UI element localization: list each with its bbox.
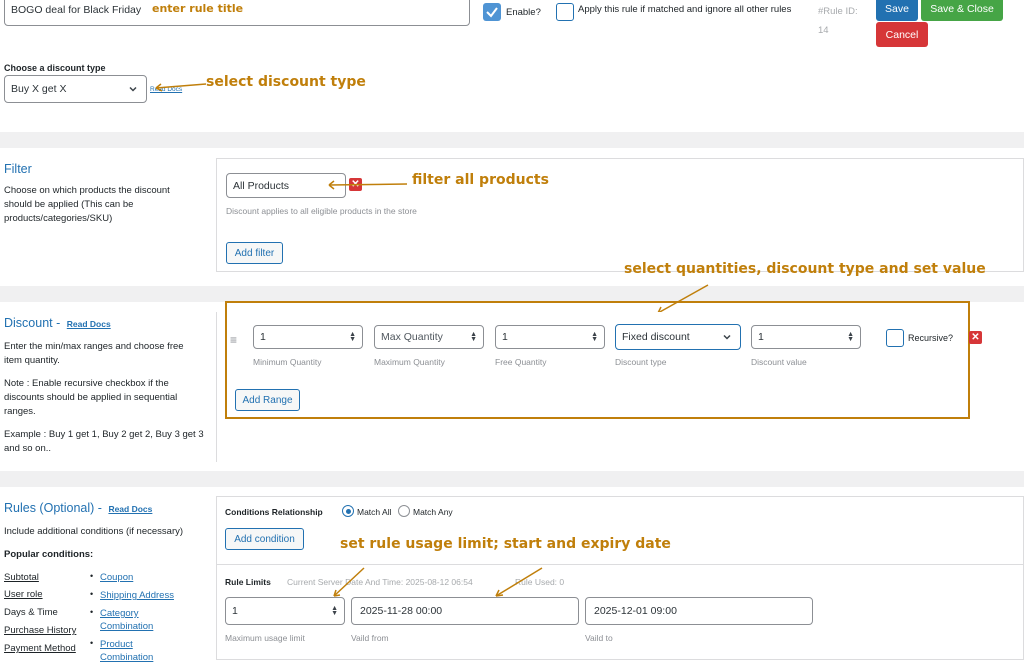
max-quantity-input[interactable]: Max Quantity ▲ ▼ <box>374 325 484 349</box>
max-usage-value: 1 <box>232 605 238 617</box>
recursive-label: Recursive? <box>908 333 954 343</box>
stepper-icon[interactable]: ▲ ▼ <box>349 331 356 343</box>
valid-to-input[interactable]: 2025-12-01 09:00 <box>585 597 813 625</box>
condition-link-category-combination[interactable]: Category Combination <box>100 607 170 633</box>
stepper-icon[interactable]: ▲ ▼ <box>847 331 854 343</box>
stepper-icon[interactable]: ▲ ▼ <box>470 331 477 343</box>
add-condition-button[interactable]: Add condition <box>225 528 304 550</box>
save-button[interactable]: Save <box>876 0 918 21</box>
discount-type-hint: Discount type <box>615 357 667 367</box>
conditions-relationship-label: Conditions Relationship <box>225 507 323 517</box>
filter-title: Filter <box>4 162 32 176</box>
bullet-icon: • <box>90 607 94 617</box>
min-quantity-hint: Minimum Quantity <box>253 357 322 367</box>
annotation-discount-type: select discount type <box>206 74 366 90</box>
filter-selected: All Products <box>233 179 290 192</box>
rules-read-docs[interactable]: Read Docs <box>108 504 152 514</box>
match-all-label: Match All <box>357 507 392 517</box>
condition-link-subtotal[interactable]: Subtotal <box>4 572 39 583</box>
rule-id-label: #Rule ID: <box>818 6 858 17</box>
discount-value: 1 <box>758 331 764 343</box>
discount-highlight-box <box>225 301 970 419</box>
annotation-arrow-icon <box>155 83 207 92</box>
bullet-icon: • <box>90 589 94 599</box>
apply-rule-label: Apply this rule if matched and ignore al… <box>578 4 792 15</box>
bullet-icon: • <box>90 571 94 581</box>
condition-link-days-time[interactable]: Days & Time <box>4 607 58 618</box>
annotation-rule-title: enter rule title <box>152 2 244 15</box>
valid-to-value: 2025-12-01 09:00 <box>594 605 677 617</box>
discount-type-label: Choose a discount type <box>4 63 106 73</box>
free-quantity-hint: Free Quantity <box>495 357 547 367</box>
add-range-button[interactable]: Add Range <box>235 389 300 411</box>
rules-title: Rules (Optional) - Read Docs <box>4 501 152 515</box>
remove-range-icon[interactable]: ✕ <box>969 331 982 344</box>
section-divider <box>0 286 1024 302</box>
section-divider <box>0 132 1024 148</box>
drag-handle-icon[interactable]: ≡ <box>230 333 237 347</box>
discount-title: Discount - Read Docs <box>4 316 111 330</box>
server-date-label: Current Server Date And Time: 2025-08-12… <box>287 577 473 587</box>
discount-title-text: Discount - <box>4 316 61 330</box>
discount-value-hint: Discount value <box>751 357 807 367</box>
recursive-checkbox[interactable] <box>886 329 904 347</box>
discount-type-selected: Buy X get X <box>11 83 67 95</box>
discount-desc-3: Example : Buy 1 get 1, Buy 2 get 2, Buy … <box>4 429 204 454</box>
valid-to-hint: Vaild to <box>585 633 613 643</box>
discount-type-dropdown-value: Fixed discount <box>622 331 690 343</box>
discount-value-input[interactable]: 1 ▲ ▼ <box>751 325 861 349</box>
discount-type-dropdown[interactable]: Fixed discount <box>615 324 741 350</box>
chevron-down-icon <box>129 86 137 92</box>
condition-link-purchase-history[interactable]: Purchase History <box>4 625 76 636</box>
enable-label: Enable? <box>506 7 541 18</box>
condition-link-product-combination[interactable]: Product Combination <box>100 638 170 664</box>
annotation-limits: set rule usage limit; start and expiry d… <box>340 536 671 552</box>
max-usage-hint: Maximum usage limit <box>225 633 305 643</box>
discount-desc-2: Note : Enable recursive checkbox if the … <box>4 378 178 417</box>
rules-title-text: Rules (Optional) - <box>4 501 102 515</box>
min-quantity-value: 1 <box>260 331 266 343</box>
annotation-arrow-icon <box>328 180 408 190</box>
valid-from-hint: Vaild from <box>351 633 389 643</box>
match-any-radio[interactable] <box>398 505 410 517</box>
stepper-icon[interactable]: ▲ ▼ <box>591 331 598 343</box>
enable-checkbox[interactable] <box>483 3 501 21</box>
condition-link-user-role[interactable]: User role <box>4 589 43 600</box>
match-any-label: Match Any <box>413 507 453 517</box>
check-icon <box>486 7 498 18</box>
annotation-quantities: select quantities, discount type and set… <box>624 261 986 277</box>
condition-link-shipping-address[interactable]: Shipping Address <box>100 589 174 602</box>
popular-conditions-label: Popular conditions: <box>4 549 94 560</box>
apply-rule-checkbox[interactable] <box>556 3 574 21</box>
match-all-radio[interactable] <box>342 505 354 517</box>
free-quantity-input[interactable]: 1 ▲ ▼ <box>495 325 605 349</box>
chevron-down-icon <box>723 334 731 340</box>
annotation-filter: filter all products <box>412 172 549 188</box>
rule-limits-divider <box>216 564 1024 565</box>
free-quantity-value: 1 <box>502 331 508 343</box>
rule-title-value: BOGO deal for Black Friday <box>11 4 142 16</box>
section-divider <box>0 471 1024 487</box>
rules-description: Include additional conditions (if necess… <box>4 526 184 537</box>
stepper-icon[interactable]: ▲ ▼ <box>331 605 338 617</box>
min-quantity-input[interactable]: 1 ▲ ▼ <box>253 325 363 349</box>
cancel-button[interactable]: Cancel <box>876 22 928 47</box>
filter-description: Choose on which products the discount sh… <box>4 185 170 224</box>
discount-type-select[interactable]: Buy X get X <box>4 75 147 103</box>
filter-hint: Discount applies to all eligible product… <box>226 206 417 216</box>
rule-id-value: 14 <box>818 25 829 36</box>
add-filter-button[interactable]: Add filter <box>226 242 283 264</box>
valid-from-value: 2025-11-28 00:00 <box>360 605 443 617</box>
rule-limits-label: Rule Limits <box>225 577 271 587</box>
discount-desc-1: Enter the min/max ranges and choose free… <box>4 341 184 366</box>
max-quantity-placeholder: Max Quantity <box>381 331 443 343</box>
max-usage-input[interactable]: 1 ▲ ▼ <box>225 597 345 625</box>
discount-read-docs[interactable]: Read Docs <box>67 319 111 329</box>
save-close-button[interactable]: Save & Close <box>921 0 1003 21</box>
max-quantity-hint: Maximum Quantity <box>374 357 445 367</box>
condition-link-payment-method[interactable]: Payment Method <box>4 643 76 654</box>
condition-link-coupon[interactable]: Coupon <box>100 571 133 584</box>
bullet-icon: • <box>90 638 94 648</box>
valid-from-input[interactable]: 2025-11-28 00:00 <box>351 597 579 625</box>
